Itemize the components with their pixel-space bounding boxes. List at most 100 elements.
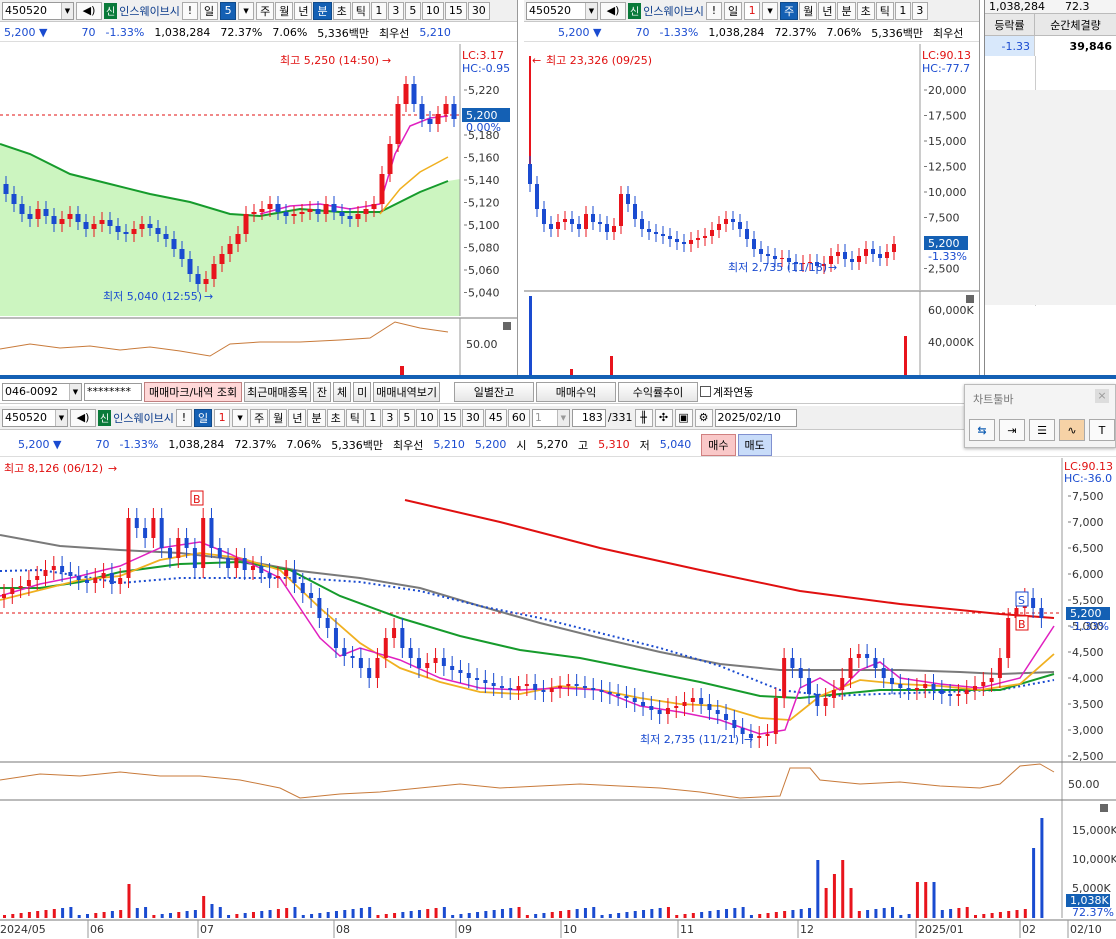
period-button-15[interactable]: 15 [444,1,467,20]
pane-close-icon[interactable] [1100,804,1108,812]
speaker-icon[interactable]: ◀) [600,1,626,20]
period-day-button[interactable]: 일 [193,408,213,427]
filled-button[interactable]: 체 [333,381,352,402]
chart-line-icon[interactable]: ∿ [1059,419,1085,441]
code-value: 450520 [5,411,47,424]
date-field[interactable]: 2025/02/10 [714,408,797,427]
period-button-틱[interactable]: 틱 [875,1,894,20]
period-button-분[interactable]: 분 [313,1,332,20]
top-mid-price-chart[interactable]: LC:90.13 HC:-77.7 20,000 17,500 15,000 12,5… [524,44,980,375]
chevron-down-icon[interactable]: ▼ [61,2,73,19]
trade-profit-button[interactable]: 매매수익 [536,381,617,402]
pane-close-icon[interactable] [966,295,974,303]
candle-body [780,258,784,259]
period-button-주[interactable]: 주 [780,1,799,20]
period-button-3[interactable]: 3 [381,408,398,427]
balance-button[interactable]: 잔 [312,381,332,402]
alert-button[interactable]: ! [705,1,722,20]
period-day-button[interactable]: 일 [199,1,219,20]
period-button-15[interactable]: 15 [438,408,461,427]
chevron-down-icon[interactable]: ▼ [762,1,779,20]
trend-tool-icon[interactable]: T [1089,419,1115,441]
period-button-분[interactable]: 분 [307,408,326,427]
period-button-3[interactable]: 3 [911,1,928,20]
candle-icon[interactable]: ╫ [634,408,653,427]
period-button-분[interactable]: 분 [837,1,856,20]
period-button-초[interactable]: 초 [326,408,345,427]
unfilled-button[interactable]: 미 [353,381,372,402]
period-button-45[interactable]: 45 [484,408,507,427]
period-button-년[interactable]: 년 [294,1,313,20]
period-button-1[interactable]: 1 [364,408,381,427]
alert-button[interactable]: ! [181,1,198,20]
period-button-초[interactable]: 초 [856,1,875,20]
period-button-년[interactable]: 년 [288,408,307,427]
daily-balance-button[interactable]: 일별잔고 [454,381,535,402]
page-field[interactable]: 183 [571,408,606,427]
chevron-down-icon[interactable]: ▼ [556,409,569,426]
alert-button[interactable]: ! [175,408,192,427]
code-combo[interactable]: 450520 ▼ [2,1,74,20]
period-button-1[interactable]: 1 [370,1,387,20]
stock-name[interactable]: 인스웨이브시 [643,3,704,19]
window-separator[interactable] [0,375,1116,379]
buy-button[interactable]: 매수 [701,433,736,456]
period-button-월[interactable]: 월 [275,1,294,20]
fit-icon[interactable]: ⇥ [999,419,1025,441]
profit-trend-button[interactable]: 수익률추이 [618,381,699,402]
period-button-초[interactable]: 초 [332,1,351,20]
chevron-down-icon[interactable]: ▼ [55,409,67,426]
chevron-down-icon[interactable]: ▼ [69,383,81,400]
chevron-down-icon[interactable]: ▼ [238,1,255,20]
bottom-price-chart[interactable]: B S B 최고 8,126 (06/12) → 최저 2,735 (11/21… [0,458,1116,939]
rotate-icon[interactable]: ⇆ [969,419,995,441]
chevron-down-icon[interactable]: ▼ [232,408,249,427]
header-rate[interactable]: 등락률 [985,14,1035,35]
pane-close-icon[interactable] [503,322,511,330]
stock-name[interactable]: 인스웨이브시 [113,410,174,426]
period-button-10[interactable]: 10 [421,1,444,20]
period-button-30[interactable]: 30 [467,1,490,20]
lines-icon[interactable]: ☰ [1029,419,1055,441]
period-button-3[interactable]: 3 [387,1,404,20]
minute-combo[interactable]: 1 ▼ [531,408,570,427]
table-row[interactable]: -1.33 39,846 [985,36,1116,56]
period-button-월[interactable]: 월 [799,1,818,20]
period-button-주[interactable]: 주 [256,1,275,20]
code-combo[interactable]: 450520 ▼ [526,1,598,20]
chevron-down-icon[interactable]: ▼ [585,2,597,19]
password-field[interactable]: ******** [84,382,142,401]
recent-trade-button[interactable]: 최근매매종목 [244,381,311,402]
period-button-월[interactable]: 월 [269,408,288,427]
speaker-icon[interactable]: ◀) [70,408,96,427]
top-left-price-chart[interactable]: LC:3.17 HC:-0.95 5,2205,2005,1805,1605,1… [0,44,518,375]
account-combo[interactable]: 046-0092 ▼ [2,382,82,401]
period-num-button[interactable]: 1 [744,1,761,20]
zoom-icon[interactable]: ✣ [654,408,673,427]
period-day-button[interactable]: 일 [723,1,743,20]
period-num-button[interactable]: 1 [214,408,231,427]
period-button-틱[interactable]: 틱 [345,408,364,427]
header-tick-volume[interactable]: 순간체결량 [1035,14,1116,35]
period-button-10[interactable]: 10 [415,408,438,427]
trade-mark-button[interactable]: 매매마크/내역 조회 [144,381,243,402]
save-icon[interactable]: ▣ [674,408,693,427]
period-button-주[interactable]: 주 [250,408,269,427]
sell-button[interactable]: 매도 [737,433,772,456]
stock-name[interactable]: 인스웨이브시 [119,3,180,19]
close-icon[interactable]: × [1095,389,1109,403]
candle-body [657,710,662,714]
period-button-60[interactable]: 60 [507,408,530,427]
period-button-5[interactable]: 5 [404,1,421,20]
account-link-checkbox[interactable] [700,386,712,397]
period-button-틱[interactable]: 틱 [351,1,370,20]
gear-icon[interactable]: ⚙ [694,408,713,427]
period-button-년[interactable]: 년 [818,1,837,20]
period-num-button[interactable]: 5 [220,1,237,20]
speaker-icon[interactable]: ◀) [76,1,102,20]
code-combo[interactable]: 450520 ▼ [2,408,68,427]
period-button-5[interactable]: 5 [398,408,415,427]
trade-history-button[interactable]: 매매내역보기 [373,381,441,402]
period-button-1[interactable]: 1 [894,1,911,20]
period-button-30[interactable]: 30 [461,408,484,427]
